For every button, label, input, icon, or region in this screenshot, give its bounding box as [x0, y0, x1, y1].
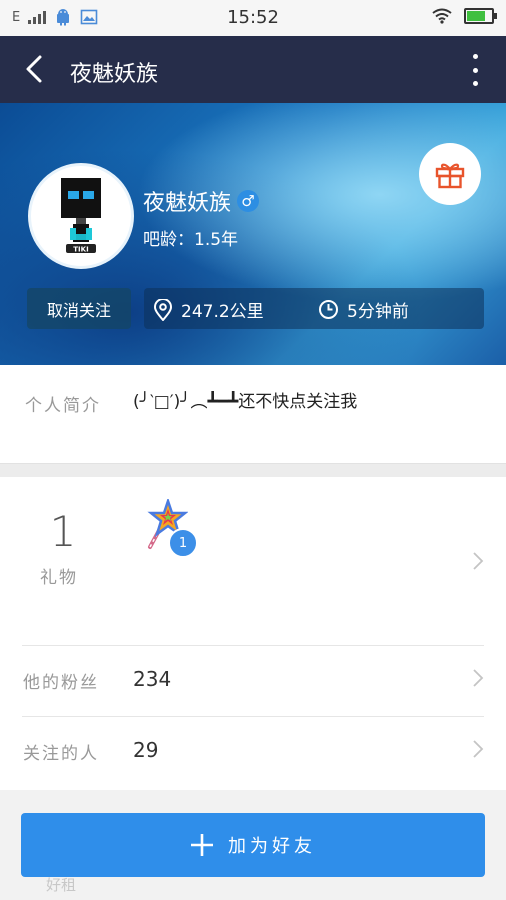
svg-text:TIKI: TIKI: [73, 246, 88, 254]
profile-name-text: 夜魅妖族: [143, 191, 232, 216]
gift-label: 礼物: [40, 568, 78, 588]
battery-icon: [464, 8, 497, 24]
avatar-robot-image: TIKI: [61, 178, 101, 254]
following-label: 关注的人: [23, 744, 99, 764]
gift-item-badge: 1: [168, 528, 198, 558]
obscured-text: 好租: [46, 876, 77, 894]
fans-label: 他的粉丝: [23, 673, 99, 693]
fans-row[interactable]: 他的粉丝 234: [0, 646, 506, 716]
send-gift-button[interactable]: [419, 143, 481, 205]
profile-banner: TIKI 夜魅妖族 ♂ 吧龄：1.5年 取消关注 247.2公里 5分钟前: [0, 103, 506, 365]
app-header: 夜魅妖族: [0, 36, 506, 103]
fans-count: 234: [133, 667, 172, 691]
gifts-row[interactable]: 1 礼物 1: [0, 477, 506, 645]
location-info: 247.2公里 5分钟前: [144, 288, 484, 329]
intro-text: (╯‵□′)╯︵┻━┻还不快点关注我: [133, 392, 358, 412]
location-pin-icon: [153, 298, 173, 321]
following-row[interactable]: 关注的人 29: [0, 717, 506, 787]
unfollow-button[interactable]: 取消关注: [27, 288, 131, 329]
section-divider: [0, 463, 506, 478]
plus-icon: [191, 834, 213, 856]
chevron-right-icon: [473, 740, 484, 758]
distance-info: 247.2公里: [153, 297, 264, 322]
avatar[interactable]: TIKI: [28, 163, 134, 269]
last-active-text: 5分钟前: [347, 302, 409, 322]
chevron-right-icon: [473, 552, 484, 570]
add-friend-label: 加为好友: [228, 836, 316, 857]
intro-section: 个人简介 (╯‵□′)╯︵┻━┻还不快点关注我: [0, 365, 506, 463]
profile-name: 夜魅妖族 ♂: [143, 185, 260, 217]
more-options-icon[interactable]: [470, 54, 480, 86]
wifi-icon: [432, 8, 452, 24]
status-bar: E 15:52: [0, 0, 506, 36]
status-right: [432, 8, 497, 24]
page-title: 夜魅妖族: [70, 62, 159, 87]
clock: 15:52: [227, 7, 279, 28]
intro-label: 个人简介: [25, 396, 101, 416]
last-active-info: 5分钟前: [318, 297, 409, 322]
clock-icon: [319, 300, 338, 319]
back-arrow-icon[interactable]: [20, 54, 50, 84]
gift-icon: [435, 163, 465, 189]
following-count: 29: [133, 738, 159, 762]
male-gender-icon: ♂: [237, 190, 260, 212]
add-friend-button[interactable]: 加为好友: [21, 813, 485, 877]
gift-count: 1: [49, 507, 77, 556]
chevron-right-icon: [473, 669, 484, 687]
bar-age: 吧龄：1.5年: [143, 230, 239, 250]
distance-text: 247.2公里: [181, 302, 264, 322]
